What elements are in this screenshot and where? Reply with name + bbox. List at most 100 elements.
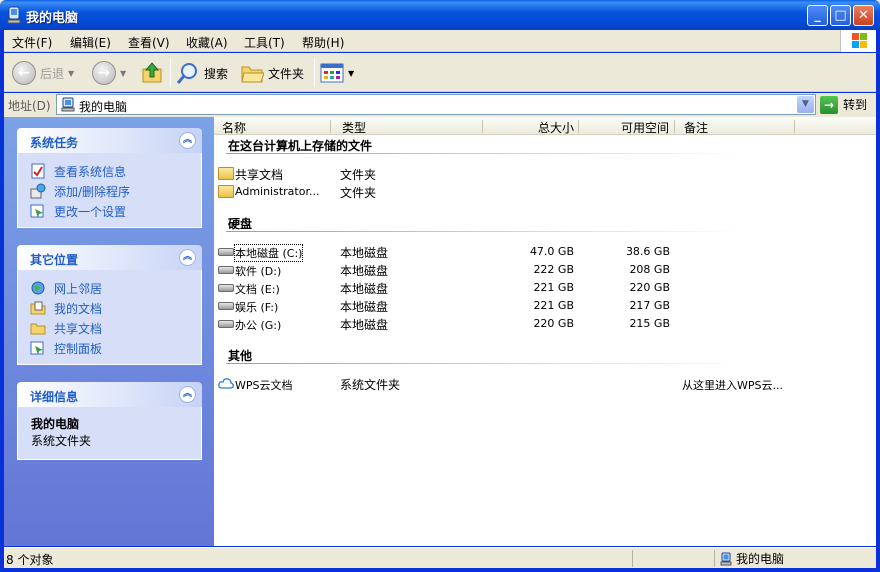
- minimize-button[interactable]: _: [807, 5, 828, 26]
- item-free-space: 217 GB: [629, 299, 670, 312]
- item-total-size: 221 GB: [533, 299, 574, 312]
- forward-arrow-icon: →: [92, 61, 116, 85]
- menu-edit[interactable]: 编辑(E): [70, 34, 111, 51]
- content-area: 系统任务 ︽ 查看系统信息 添加/删除程序 更改一个设置 其它位置 ︽ 网上邻居…: [4, 117, 876, 546]
- item-type: 本地磁盘: [340, 246, 389, 260]
- menu-view[interactable]: 查看(V): [128, 34, 170, 51]
- title-bar[interactable]: 我的电脑 _ □ ✕: [0, 0, 880, 30]
- place-label: 我的文档: [54, 301, 103, 316]
- item-total-size: 220 GB: [533, 317, 574, 330]
- column-free-space[interactable]: 可用空间: [621, 119, 669, 136]
- address-input[interactable]: 我的电脑 ▼: [56, 94, 816, 115]
- place-my-documents[interactable]: 我的文档: [18, 298, 201, 318]
- item-type: 系统文件夹: [340, 378, 401, 392]
- search-button[interactable]: 搜索: [176, 59, 228, 87]
- status-location: 我的电脑: [720, 550, 784, 567]
- menu-file[interactable]: 文件(F): [12, 34, 52, 51]
- item-total-size: 222 GB: [533, 263, 574, 276]
- menu-favorites[interactable]: 收藏(A): [186, 34, 228, 51]
- file-list: 名称 类型 总大小 可用空间 备注 在这台计算机上存储的文件 共享文档 文件夹: [214, 117, 876, 546]
- place-label: 共享文档: [54, 321, 103, 336]
- item-type: 本地磁盘: [340, 282, 389, 296]
- folder-icon: [30, 323, 46, 335]
- item-free-space: 208 GB: [629, 263, 670, 276]
- go-arrow-icon: →: [820, 95, 838, 114]
- item-name: 娱乐 (F:): [235, 301, 279, 314]
- maximize-button[interactable]: □: [830, 5, 851, 26]
- place-control-panel[interactable]: 控制面板: [18, 338, 201, 358]
- item-name: 文档 (E:): [235, 283, 280, 296]
- folders-label: 文件夹: [268, 66, 305, 81]
- collapse-icon[interactable]: ︽: [179, 132, 196, 149]
- address-dropdown-icon[interactable]: ▼: [797, 96, 814, 113]
- system-tasks-panel: 系统任务 ︽ 查看系统信息 添加/删除程序 更改一个设置: [17, 128, 202, 228]
- column-total-size[interactable]: 总大小: [538, 119, 574, 136]
- network-icon: [31, 281, 45, 295]
- item-type: 文件夹: [340, 168, 377, 182]
- folders-button[interactable]: 文件夹: [240, 59, 304, 87]
- back-label: 后退: [40, 66, 65, 81]
- list-item[interactable]: WPS云文档 系统文件夹 从这里进入WPS云...: [214, 375, 876, 393]
- column-type[interactable]: 类型: [342, 119, 366, 136]
- task-label: 更改一个设置: [54, 204, 127, 219]
- toolbar-separator: [314, 59, 315, 87]
- collapse-icon[interactable]: ︽: [179, 249, 196, 266]
- control-panel-icon: [30, 204, 44, 218]
- column-divider[interactable]: [482, 120, 483, 133]
- menu-help[interactable]: 帮助(H): [302, 34, 344, 51]
- column-name[interactable]: 名称: [222, 119, 246, 136]
- task-add-remove-programs[interactable]: 添加/删除程序: [18, 181, 201, 201]
- up-button[interactable]: [142, 59, 164, 87]
- list-item[interactable]: Administrator... 文件夹: [214, 183, 876, 201]
- address-value: 我的电脑: [79, 100, 128, 114]
- task-change-setting[interactable]: 更改一个设置: [18, 201, 201, 221]
- details-name: 我的电脑: [31, 417, 80, 431]
- item-type: 本地磁盘: [340, 318, 389, 332]
- list-item[interactable]: 软件 (D:) 本地磁盘 222 GB 208 GB: [214, 261, 876, 279]
- go-label: 转到: [843, 98, 868, 112]
- column-divider[interactable]: [578, 120, 579, 133]
- details-header[interactable]: 详细信息 ︽: [17, 382, 202, 407]
- column-divider[interactable]: [794, 120, 795, 133]
- cloud-icon: [218, 378, 234, 389]
- task-view-system-info[interactable]: 查看系统信息: [18, 161, 201, 181]
- windows-logo-icon: [840, 30, 876, 52]
- back-arrow-icon: ←: [12, 61, 36, 85]
- list-item[interactable]: 本地磁盘 (C:) 本地磁盘 47.0 GB 38.6 GB: [214, 243, 876, 262]
- go-button[interactable]: → 转到: [820, 94, 874, 115]
- status-bar: 8 个对象 我的电脑: [4, 547, 876, 568]
- other-places-title: 其它位置: [30, 253, 79, 267]
- system-info-icon: [31, 163, 45, 179]
- menu-tools[interactable]: 工具(T): [244, 34, 285, 51]
- forward-button[interactable]: → ▼: [92, 59, 126, 87]
- toolbar-separator: [170, 59, 171, 87]
- close-button[interactable]: ✕: [853, 5, 874, 26]
- address-label: 地址(D): [8, 99, 51, 113]
- window-title: 我的电脑: [26, 11, 79, 26]
- column-divider[interactable]: [674, 120, 675, 133]
- place-network[interactable]: 网上邻居: [18, 278, 201, 298]
- views-icon: [320, 63, 344, 83]
- hard-drive-icon: [218, 302, 234, 310]
- column-notes[interactable]: 备注: [684, 119, 708, 136]
- add-remove-programs-icon: [30, 183, 46, 199]
- collapse-icon[interactable]: ︽: [179, 386, 196, 403]
- list-item[interactable]: 办公 (G:) 本地磁盘 220 GB 215 GB: [214, 315, 876, 333]
- views-button[interactable]: ▼: [320, 59, 354, 87]
- system-tasks-header[interactable]: 系统任务 ︽: [17, 128, 202, 153]
- item-name: WPS云文档: [235, 379, 293, 392]
- other-places-header[interactable]: 其它位置 ︽: [17, 245, 202, 270]
- menu-bar: 文件(F) 编辑(E) 查看(V) 收藏(A) 工具(T) 帮助(H): [4, 30, 876, 52]
- back-dropdown-icon[interactable]: ▼: [68, 69, 74, 78]
- group-title: 硬盘: [228, 217, 253, 231]
- back-button[interactable]: ← 后退 ▼: [12, 59, 74, 87]
- place-shared-documents[interactable]: 共享文档: [18, 318, 201, 338]
- task-pane: 系统任务 ︽ 查看系统信息 添加/删除程序 更改一个设置 其它位置 ︽ 网上邻居…: [4, 117, 214, 546]
- column-divider[interactable]: [330, 120, 331, 133]
- list-item[interactable]: 文档 (E:) 本地磁盘 221 GB 220 GB: [214, 279, 876, 297]
- hard-drive-icon: [218, 266, 234, 274]
- hard-drive-icon: [218, 248, 234, 256]
- forward-dropdown-icon[interactable]: ▼: [120, 69, 126, 78]
- list-item[interactable]: 娱乐 (F:) 本地磁盘 221 GB 217 GB: [214, 297, 876, 315]
- list-item[interactable]: 共享文档 文件夹: [214, 165, 876, 183]
